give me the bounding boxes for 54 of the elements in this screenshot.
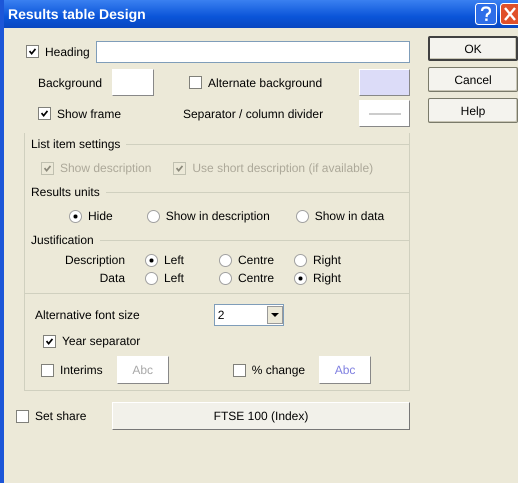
checkbox[interactable]: [43, 334, 56, 348]
background-label: Background: [38, 76, 102, 90]
radio-button[interactable]: [219, 254, 232, 266]
year-separator-label: Year separator: [62, 334, 140, 348]
option-label: Right: [313, 271, 342, 285]
row-label: Description: [64, 253, 126, 267]
option-label: % change: [252, 363, 306, 377]
group-title: Results units: [30, 185, 101, 199]
row-label: Data: [98, 271, 126, 285]
dialog-button[interactable]: Cancel: [428, 67, 518, 92]
checkbox[interactable]: [16, 410, 29, 422]
radio-button[interactable]: [294, 272, 307, 284]
option-label: Show in data: [314, 209, 384, 223]
radio-button[interactable]: [69, 210, 82, 222]
radio-button[interactable]: [219, 272, 232, 284]
close-icon[interactable]: [500, 3, 518, 25]
option-label: Use short description (if available): [192, 161, 374, 175]
font-size-label: Alternative font size: [35, 308, 140, 322]
option-label: Interims: [60, 363, 103, 377]
option-label: Centre: [238, 253, 274, 267]
separator-label: Separator / column divider: [183, 106, 324, 120]
color-swatch[interactable]: [112, 69, 154, 96]
set-share-label: Set share: [35, 409, 86, 423]
show-frame-label: Show frame: [57, 106, 122, 120]
heading-field[interactable]: [96, 40, 410, 62]
checkbox[interactable]: [41, 364, 54, 376]
group-title: List item settings: [30, 137, 122, 151]
radio-button[interactable]: [294, 254, 307, 266]
dialog-button[interactable]: Help: [428, 98, 518, 123]
checkbox[interactable]: [232, 364, 246, 376]
alternate-background-label: Alternate background: [208, 76, 322, 90]
radio-button[interactable]: [146, 210, 160, 222]
line-swatch[interactable]: [359, 100, 410, 127]
font-size-dropdown[interactable]: 2: [214, 304, 284, 326]
option-label: Left: [164, 271, 184, 285]
option-label: Hide: [88, 209, 113, 223]
radio-button[interactable]: [145, 272, 158, 284]
radio-button[interactable]: [145, 254, 158, 266]
checkbox[interactable]: [38, 107, 51, 120]
option-label: Show description: [60, 161, 152, 175]
checkbox[interactable]: [189, 76, 202, 89]
group-title: Justification: [30, 233, 95, 247]
option-label: Left: [164, 253, 184, 267]
heading-label: Heading: [45, 44, 90, 58]
option-label: Centre: [238, 271, 274, 285]
share-button[interactable]: FTSE 100 (Index): [112, 402, 410, 430]
option-label: Show in description: [166, 209, 270, 223]
help-icon[interactable]: [475, 3, 497, 25]
checkbox[interactable]: [26, 45, 39, 58]
dialog-button[interactable]: OK: [428, 36, 518, 61]
radio-button[interactable]: [296, 210, 309, 222]
option-label: Right: [313, 253, 342, 267]
color-swatch[interactable]: [359, 69, 410, 96]
window-title: Results table Design: [8, 6, 147, 22]
